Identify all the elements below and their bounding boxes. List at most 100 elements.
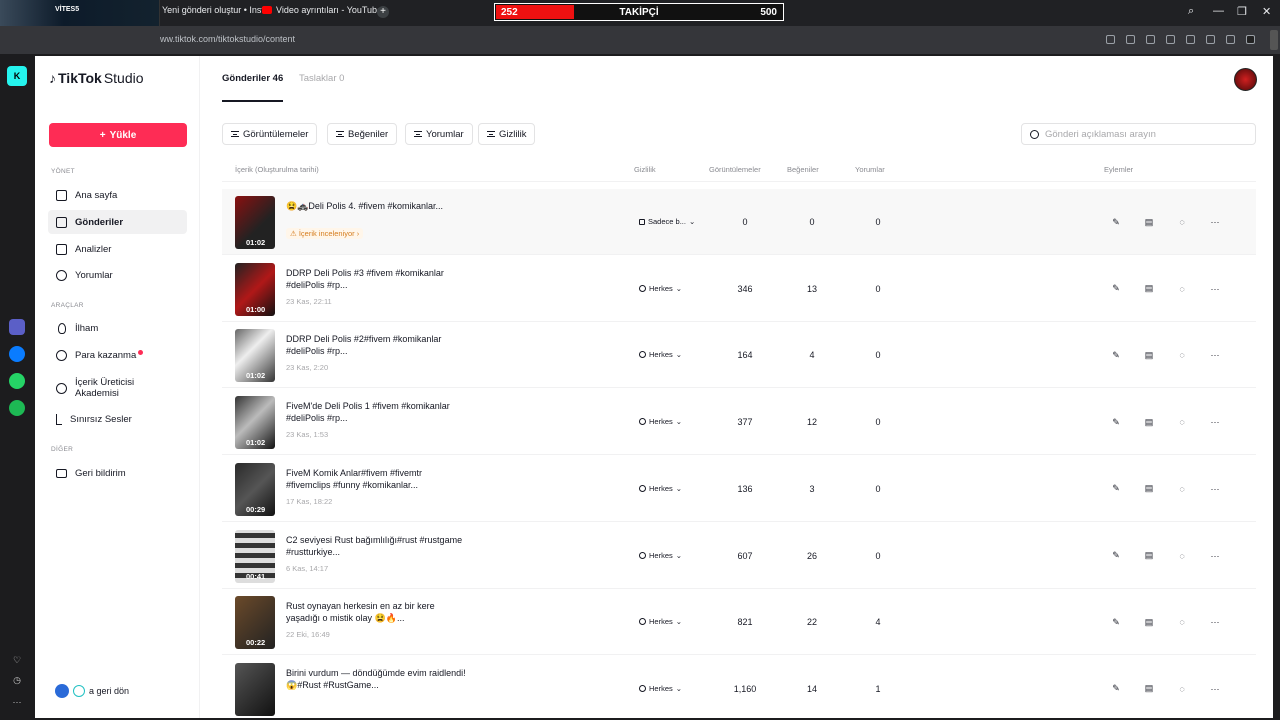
privacy-select[interactable]: Herkes ⌄ [639, 684, 682, 693]
post-title[interactable]: DDRP Deli Polis #3 #fivem #komikanlar #d… [286, 267, 466, 291]
filter-views[interactable]: Görüntülemeler [222, 123, 318, 145]
avatar[interactable] [1234, 68, 1257, 91]
minimize-icon[interactable]: — [1213, 5, 1224, 17]
tiktok-studio-logo[interactable]: ♪ TikTok Studio [49, 70, 144, 86]
comment-icon[interactable]: ◌ [1172, 679, 1192, 699]
comment-icon[interactable]: ◌ [1172, 612, 1192, 632]
more-options-icon[interactable]: ··· [1205, 546, 1225, 566]
upload-button[interactable]: + Yükle [49, 123, 187, 147]
col-comments[interactable]: Yorumlar [855, 165, 885, 174]
edit-icon[interactable]: ✎ [1106, 345, 1126, 365]
comment-icon[interactable]: ◌ [1172, 212, 1192, 232]
url-field[interactable]: ww.tiktok.com/tiktokstudio/content [160, 34, 295, 44]
sidebar-item-inspiration[interactable]: İlham [48, 316, 187, 340]
post-title[interactable]: FiveM Komik Anlar#fivem #fivemtr #fivemc… [286, 467, 466, 491]
app-icon[interactable] [9, 319, 25, 335]
privacy-select[interactable]: Herkes ⌄ [639, 551, 682, 560]
sidebar-item-feedback[interactable]: Geri bildirim [48, 461, 187, 485]
col-views[interactable]: Görüntülemeler [709, 165, 761, 174]
post-title[interactable]: 😫🚓Deli Polis 4. #fivem #komikanlar... [286, 200, 466, 212]
video-thumbnail[interactable]: 01:02 [235, 196, 275, 249]
privacy-select[interactable]: Herkes ⌄ [639, 350, 682, 359]
more-options-icon[interactable]: ··· [1205, 345, 1225, 365]
more-options-icon[interactable]: ··· [1205, 212, 1225, 232]
video-thumbnail[interactable]: 00:41 [235, 529, 275, 583]
more-icon[interactable]: ··· [9, 694, 25, 710]
analytics-icon[interactable]: ▤ [1139, 212, 1159, 232]
analytics-icon[interactable]: ▤ [1139, 546, 1159, 566]
scrollbar[interactable] [1270, 30, 1278, 50]
edit-icon[interactable]: ✎ [1106, 412, 1126, 432]
table-row[interactable]: 01:02 DDRP Deli Polis #2#fivem #komikanla… [222, 322, 1256, 389]
sidebar-item-comments[interactable]: Yorumlar [48, 263, 187, 287]
messenger-icon[interactable] [9, 346, 25, 362]
whatsapp-icon[interactable] [9, 373, 25, 389]
sidebar-item-analytics[interactable]: Analizler [48, 237, 187, 261]
comment-icon[interactable]: ◌ [1172, 279, 1192, 299]
restore-icon[interactable]: ❐ [1237, 5, 1247, 18]
search-tabs-icon[interactable]: ⌕ [1188, 5, 1194, 18]
table-row[interactable]: 00:22 Rust oynayan herkesin en az bir ker… [222, 589, 1256, 656]
video-thumbnail[interactable] [235, 662, 275, 716]
privacy-select[interactable]: Herkes ⌄ [639, 284, 682, 293]
more-options-icon[interactable]: ··· [1205, 412, 1225, 432]
edit-icon[interactable]: ✎ [1106, 679, 1126, 699]
more-options-icon[interactable]: ··· [1205, 479, 1225, 499]
edit-icon[interactable]: ✎ [1106, 546, 1126, 566]
comment-icon[interactable]: ◌ [1172, 345, 1192, 365]
extension-icon[interactable] [1186, 35, 1195, 44]
post-title[interactable]: DDRP Deli Polis #2#fivem #komikanlar #de… [286, 333, 466, 357]
privacy-select[interactable]: Herkes ⌄ [639, 617, 682, 626]
post-title[interactable]: Birini vurdum — döndüğümde evim raidlend… [286, 667, 466, 691]
privacy-select[interactable]: Herkes ⌄ [639, 484, 682, 493]
download-icon[interactable] [1206, 35, 1215, 44]
analytics-icon[interactable]: ▤ [1139, 612, 1159, 632]
comment-icon[interactable]: ◌ [1172, 412, 1192, 432]
table-row[interactable]: 00:41 C2 seviyesi Rust bağımlılığı#rust #… [222, 523, 1256, 589]
close-icon[interactable]: ✕ [1262, 5, 1271, 18]
new-tab-button[interactable]: + [377, 6, 389, 18]
profile-icon[interactable] [1246, 35, 1255, 44]
edit-icon[interactable]: ✎ [1106, 479, 1126, 499]
filter-privacy[interactable]: Gizlilik [478, 123, 536, 145]
comment-icon[interactable]: ◌ [1172, 546, 1192, 566]
post-title[interactable]: C2 seviyesi Rust bağımlılığı#rust #rustg… [286, 534, 466, 558]
col-likes[interactable]: Beğeniler [787, 165, 819, 174]
back-link[interactable]: a geri dön [55, 684, 129, 698]
tab-posts[interactable]: Gönderiler 46 [222, 73, 283, 84]
edit-icon[interactable]: ✎ [1106, 279, 1126, 299]
sidebar-item-monetization[interactable]: Para kazanma [48, 343, 187, 367]
extension-icon[interactable] [1106, 35, 1115, 44]
search-input[interactable]: Gönderi açıklaması arayın [1021, 123, 1256, 145]
sidebar-item-academy[interactable]: İçerik Üreticisi Akademisi [48, 374, 187, 402]
table-row[interactable]: 00:29 FiveM Komik Anlar#fivem #fivemtr #f… [222, 456, 1256, 522]
video-thumbnail[interactable]: 01:02 [235, 396, 275, 450]
spotify-icon[interactable] [9, 400, 25, 416]
video-thumbnail[interactable]: 01:00 [235, 262, 275, 316]
comment-icon[interactable]: ◌ [1172, 479, 1192, 499]
browser-tab-youtube[interactable]: Video ayrıntıları - YouTube [262, 5, 382, 15]
table-row[interactable]: 01:00 DDRP Deli Polis #3 #fivem #komikanl… [222, 256, 1256, 322]
analytics-icon[interactable]: ▤ [1139, 679, 1159, 699]
menu-icon[interactable] [1226, 35, 1235, 44]
more-options-icon[interactable]: ··· [1205, 279, 1225, 299]
col-content[interactable]: İçerik (Oluşturulma tarihi) [235, 165, 319, 174]
privacy-select[interactable]: Herkes ⌄ [639, 417, 682, 426]
table-row[interactable]: 01:02 FiveM'de Deli Polis 1 #fivem #komik… [222, 389, 1256, 456]
video-thumbnail[interactable]: 00:22 [235, 596, 275, 650]
more-options-icon[interactable]: ··· [1205, 679, 1225, 699]
post-title[interactable]: Rust oynayan herkesin en az bir kere yaş… [286, 600, 466, 624]
tab-drafts[interactable]: Taslaklar 0 [299, 73, 344, 84]
edit-icon[interactable]: ✎ [1106, 612, 1126, 632]
extension-icon[interactable] [1166, 35, 1175, 44]
video-thumbnail[interactable]: 00:29 [235, 462, 275, 516]
review-badge[interactable]: ⚠ İçerik inceleniyor › [286, 228, 364, 239]
extension-icon[interactable] [1126, 35, 1135, 44]
filter-likes[interactable]: Beğeniler [327, 123, 398, 145]
filter-comments[interactable]: Yorumlar [405, 123, 473, 145]
table-row[interactable]: 01:02 😫🚓Deli Polis 4. #fivem #komikanlar.… [222, 189, 1256, 255]
analytics-icon[interactable]: ▤ [1139, 279, 1159, 299]
clock-icon[interactable]: ◷ [9, 672, 25, 688]
analytics-icon[interactable]: ▤ [1139, 412, 1159, 432]
analytics-icon[interactable]: ▤ [1139, 479, 1159, 499]
